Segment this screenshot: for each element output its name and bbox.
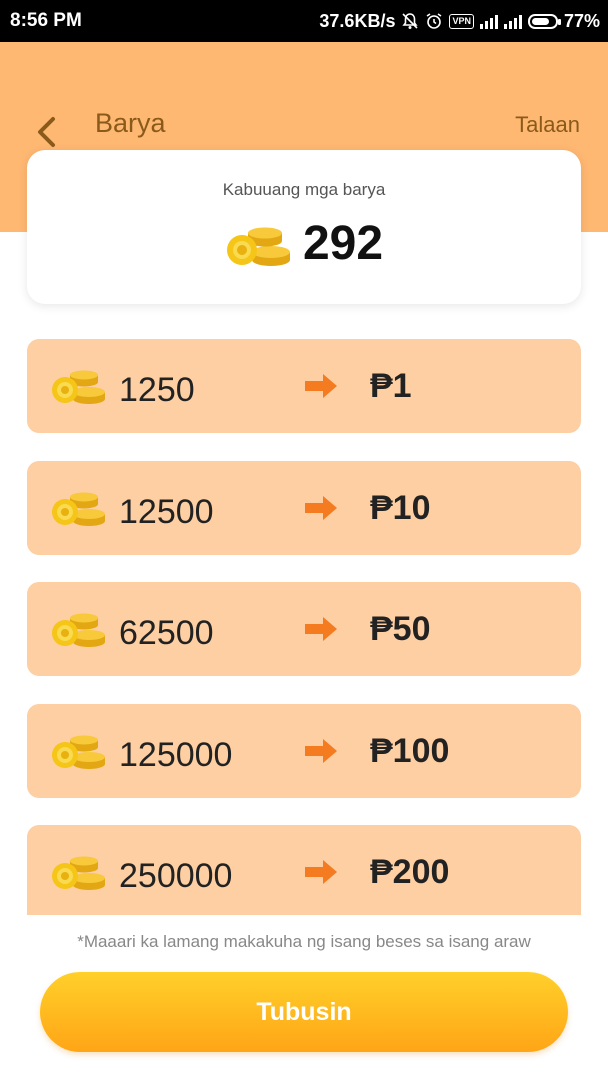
arrow-right-icon bbox=[305, 496, 337, 520]
coin-stack-icon bbox=[52, 613, 105, 647]
chevron-left-icon bbox=[38, 117, 55, 147]
option-coin-amount: 62500 bbox=[119, 614, 214, 652]
arrow-right-icon bbox=[305, 617, 337, 641]
exchange-option[interactable]: 62500 ₱50 bbox=[27, 582, 581, 676]
option-reward-value: ₱100 bbox=[370, 732, 450, 770]
option-coin-amount: 12500 bbox=[119, 493, 214, 531]
coin-stack-icon bbox=[52, 370, 105, 404]
battery-percent: 77% bbox=[563, 10, 600, 31]
exchange-option[interactable]: 125000 ₱100 bbox=[27, 704, 581, 798]
history-link[interactable]: Talaan bbox=[515, 112, 580, 138]
exchange-option[interactable]: 12500 ₱10 bbox=[27, 461, 581, 555]
total-coins-label: Kabuuang mga barya bbox=[222, 180, 386, 199]
battery-icon bbox=[527, 13, 561, 29]
battery-fill bbox=[531, 17, 549, 25]
total-coins-value: 292 bbox=[302, 217, 384, 270]
option-coin-amount: 125000 bbox=[119, 736, 233, 774]
status-icons: 37.6KB/s VPN 77% bbox=[319, 11, 600, 32]
exchange-option[interactable]: 1250 ₱1 bbox=[27, 339, 581, 433]
network-speed: 37.6KB/s bbox=[319, 10, 396, 31]
coin-stack-icon bbox=[226, 227, 290, 266]
arrow-right-icon bbox=[305, 374, 337, 398]
page-title: Barya bbox=[95, 108, 166, 138]
coin-stack-icon bbox=[52, 492, 105, 526]
bell-off-icon bbox=[401, 12, 419, 30]
option-reward-value: ₱50 bbox=[370, 610, 431, 648]
coin-stack-icon bbox=[52, 856, 105, 890]
total-coins-row: 292 bbox=[27, 216, 581, 271]
option-reward-value: ₱200 bbox=[370, 853, 450, 891]
total-coins-card: Kabuuang mga barya 292 bbox=[27, 150, 581, 304]
back-button[interactable] bbox=[28, 112, 64, 152]
coin-stack-icon bbox=[52, 735, 105, 769]
redeem-button[interactable]: Tubusin bbox=[40, 972, 568, 1052]
option-reward-value: ₱1 bbox=[370, 367, 412, 405]
status-time: 8:56 PM bbox=[10, 10, 82, 31]
status-bar: 8:56 PM 37.6KB/s VPN 77% bbox=[0, 0, 608, 42]
daily-limit-note: *Maaari ka lamang makakuha ng isang bese… bbox=[77, 932, 531, 951]
exchange-option[interactable]: 250000 ₱200 bbox=[27, 825, 581, 915]
option-reward-value: ₱10 bbox=[370, 489, 431, 527]
signal-4g-icon bbox=[503, 13, 522, 29]
signal-icon bbox=[479, 13, 498, 29]
option-coin-amount: 250000 bbox=[119, 857, 233, 895]
option-coin-amount: 1250 bbox=[119, 371, 195, 409]
alarm-icon bbox=[425, 12, 443, 30]
arrow-right-icon bbox=[305, 860, 337, 884]
arrow-right-icon bbox=[305, 739, 337, 763]
vpn-icon: VPN bbox=[449, 13, 474, 29]
